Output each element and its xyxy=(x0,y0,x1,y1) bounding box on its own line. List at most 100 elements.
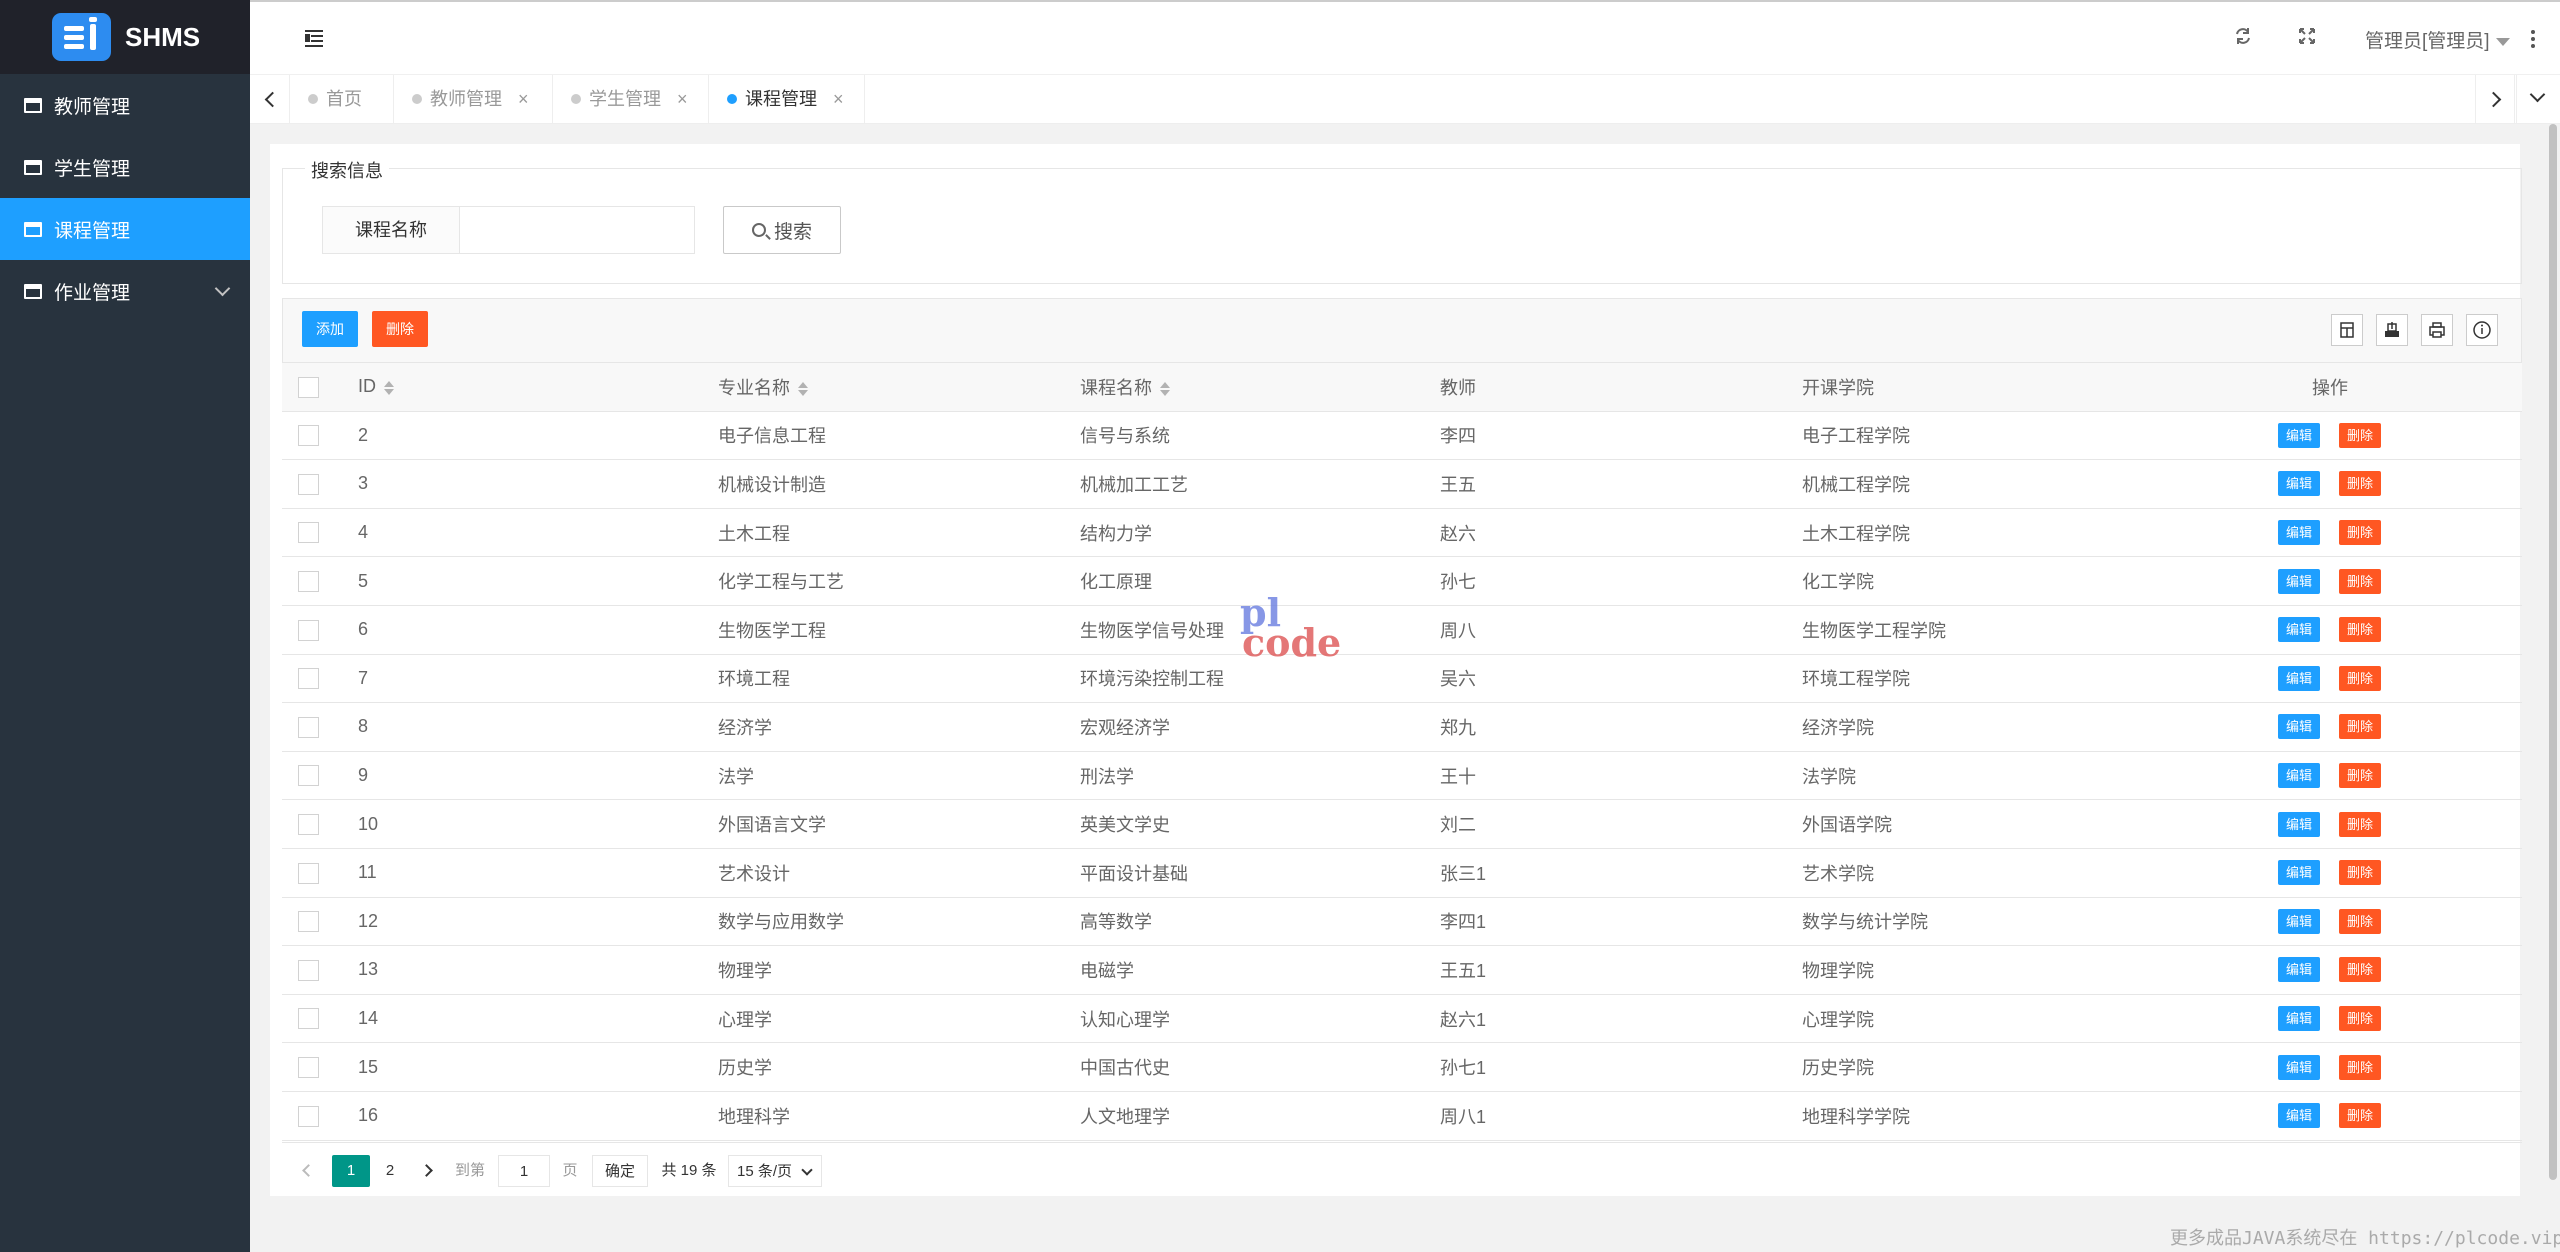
cell-major: 物理学 xyxy=(702,945,1064,995)
edit-button[interactable]: 编辑 xyxy=(2278,568,2320,594)
goto-confirm-button[interactable]: 确定 xyxy=(592,1155,648,1187)
edit-button[interactable]: 编辑 xyxy=(2278,811,2320,837)
sort-icon[interactable] xyxy=(798,381,808,397)
cell-actions: 编辑 删除 xyxy=(2266,1042,2522,1092)
close-icon[interactable]: × xyxy=(677,89,688,109)
row-delete-button[interactable]: 删除 xyxy=(2339,665,2381,691)
sidebar-item-courses[interactable]: 课程管理 xyxy=(0,198,250,260)
sidebar-item-homework[interactable]: 作业管理 xyxy=(0,260,250,322)
row-delete-button[interactable]: 删除 xyxy=(2339,957,2381,983)
print-icon[interactable] xyxy=(2421,314,2453,346)
edit-button[interactable]: 编辑 xyxy=(2278,1054,2320,1080)
row-delete-button[interactable]: 删除 xyxy=(2339,860,2381,886)
sort-icon[interactable] xyxy=(1160,381,1170,397)
row-checkbox[interactable] xyxy=(298,862,319,884)
tab-home[interactable]: 首页 xyxy=(290,75,394,124)
edit-button[interactable]: 编辑 xyxy=(2278,908,2320,934)
row-checkbox[interactable] xyxy=(298,1008,319,1030)
edit-button[interactable]: 编辑 xyxy=(2278,957,2320,983)
row-delete-button[interactable]: 删除 xyxy=(2339,617,2381,643)
row-checkbox[interactable] xyxy=(298,425,319,447)
tab-menu-button[interactable] xyxy=(2516,75,2556,124)
column-header-course[interactable]: 课程名称 xyxy=(1064,362,1424,412)
goto-page-input[interactable]: 1 xyxy=(498,1155,550,1187)
row-delete-button[interactable]: 删除 xyxy=(2339,763,2381,789)
edit-button[interactable]: 编辑 xyxy=(2278,520,2320,546)
column-header-id[interactable]: ID xyxy=(342,362,702,412)
row-delete-button[interactable]: 删除 xyxy=(2339,714,2381,740)
chevron-down-icon xyxy=(801,1164,813,1176)
select-all-checkbox[interactable] xyxy=(298,376,319,398)
fullscreen-icon[interactable] xyxy=(2295,26,2319,50)
row-checkbox[interactable] xyxy=(298,619,319,641)
edit-button[interactable]: 编辑 xyxy=(2278,617,2320,643)
cell-actions: 编辑 删除 xyxy=(2266,751,2522,801)
tab-scroll-left-button[interactable] xyxy=(250,75,290,124)
page-1-button[interactable]: 1 xyxy=(332,1155,370,1187)
cell-college: 物理学院 xyxy=(1786,945,2266,995)
tab-scroll-right-button[interactable] xyxy=(2475,75,2515,124)
row-delete-button[interactable]: 删除 xyxy=(2339,908,2381,934)
add-button[interactable]: 添加 xyxy=(302,311,358,347)
delete-button[interactable]: 删除 xyxy=(372,311,428,347)
edit-button[interactable]: 编辑 xyxy=(2278,763,2320,789)
row-checkbox[interactable] xyxy=(298,911,319,933)
row-checkbox[interactable] xyxy=(298,668,319,690)
sort-icon[interactable] xyxy=(384,380,394,396)
course-name-input[interactable] xyxy=(459,206,695,254)
close-icon[interactable]: × xyxy=(833,89,844,109)
page-scrollbar[interactable] xyxy=(2546,124,2560,1196)
row-checkbox[interactable] xyxy=(298,716,319,738)
scrollbar-thumb[interactable] xyxy=(2549,124,2557,1180)
tab-dot-icon xyxy=(727,94,737,104)
tab-courses[interactable]: 课程管理 × xyxy=(709,75,865,124)
row-delete-button[interactable]: 删除 xyxy=(2339,520,2381,546)
next-page-button[interactable] xyxy=(418,1155,442,1187)
edit-button[interactable]: 编辑 xyxy=(2278,471,2320,497)
sidebar-item-teachers[interactable]: 教师管理 xyxy=(0,74,250,136)
tab-teachers[interactable]: 教师管理 × xyxy=(394,75,553,124)
row-checkbox[interactable] xyxy=(298,765,319,787)
menu-toggle-icon[interactable] xyxy=(305,30,323,47)
refresh-icon[interactable] xyxy=(2231,26,2255,50)
user-menu[interactable]: 管理员[管理员] xyxy=(2365,26,2510,53)
row-delete-button[interactable]: 删除 xyxy=(2339,568,2381,594)
tab-students[interactable]: 学生管理 × xyxy=(553,75,709,124)
page-2-button[interactable]: 2 xyxy=(374,1155,406,1187)
edit-button[interactable]: 编辑 xyxy=(2278,422,2320,448)
more-icon[interactable] xyxy=(2531,30,2535,51)
row-delete-button[interactable]: 删除 xyxy=(2339,811,2381,837)
cell-major: 心理学 xyxy=(702,994,1064,1044)
row-checkbox[interactable] xyxy=(298,959,319,981)
page-unit-label: 页 xyxy=(562,1162,578,1179)
row-delete-button[interactable]: 删除 xyxy=(2339,1103,2381,1129)
edit-button[interactable]: 编辑 xyxy=(2278,860,2320,886)
info-icon[interactable] xyxy=(2466,314,2498,346)
cell-major: 土木工程 xyxy=(702,508,1064,558)
edit-button[interactable]: 编辑 xyxy=(2278,1006,2320,1032)
page-size-select[interactable]: 15 条/页 xyxy=(728,1155,822,1187)
search-button[interactable]: 搜索 xyxy=(723,206,841,254)
sidebar-item-students[interactable]: 学生管理 xyxy=(0,136,250,198)
close-icon[interactable]: × xyxy=(518,89,529,109)
row-delete-button[interactable]: 删除 xyxy=(2339,471,2381,497)
row-checkbox[interactable] xyxy=(298,571,319,593)
row-checkbox[interactable] xyxy=(298,1056,319,1078)
row-checkbox[interactable] xyxy=(298,473,319,495)
row-checkbox[interactable] xyxy=(298,814,319,836)
prev-page-button[interactable] xyxy=(296,1155,320,1187)
export-icon[interactable] xyxy=(2376,314,2408,346)
row-delete-button[interactable]: 删除 xyxy=(2339,1054,2381,1080)
edit-button[interactable]: 编辑 xyxy=(2278,714,2320,740)
row-checkbox[interactable] xyxy=(298,1105,319,1127)
column-header-major[interactable]: 专业名称 xyxy=(702,362,1064,412)
row-delete-button[interactable]: 删除 xyxy=(2339,422,2381,448)
edit-button[interactable]: 编辑 xyxy=(2278,1103,2320,1129)
edit-button[interactable]: 编辑 xyxy=(2278,665,2320,691)
row-select-cell xyxy=(282,459,342,509)
filter-columns-icon[interactable] xyxy=(2331,314,2363,346)
row-checkbox[interactable] xyxy=(298,522,319,544)
table-row: 15 历史学 中国古代史 孙七1 历史学院 编辑 删除 xyxy=(282,1042,2522,1092)
cell-major: 生物医学工程 xyxy=(702,605,1064,655)
row-delete-button[interactable]: 删除 xyxy=(2339,1006,2381,1032)
